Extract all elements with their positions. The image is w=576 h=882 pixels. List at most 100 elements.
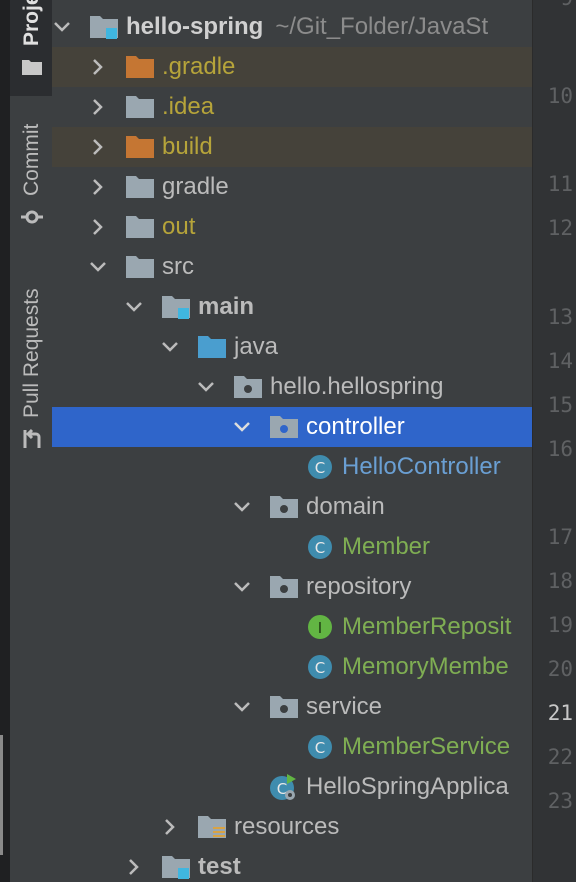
chevron-down-icon[interactable] — [88, 257, 108, 277]
tree-row-hello-hellospring[interactable]: hello.hellospring — [52, 367, 532, 407]
tree-item-label: MemberService — [342, 733, 511, 760]
tree-item-label: MemoryMembe — [342, 653, 509, 680]
chevron-down-icon[interactable] — [232, 697, 252, 717]
pull-requests-tab-label: Pull Requests — [20, 288, 43, 418]
tree-row-repository[interactable]: repository — [52, 567, 532, 607]
tree-row-root[interactable]: hello-spring ~/Git_Folder/JavaSt — [52, 7, 532, 47]
svg-text:C: C — [315, 539, 325, 557]
chevron-right-icon[interactable] — [88, 57, 108, 77]
line-number: 23 — [547, 789, 573, 813]
tree-row-memory-member-repository[interactable]: C MemoryMembe — [52, 647, 532, 687]
tree-item-label: .gradle — [162, 53, 236, 80]
chevron-down-icon[interactable] — [52, 17, 72, 37]
chevron-right-icon[interactable] — [124, 857, 144, 877]
tree-row-domain[interactable]: domain — [52, 487, 532, 527]
chevron-down-icon[interactable] — [160, 337, 180, 357]
line-number: 17 — [547, 525, 573, 549]
tree-item-label: src — [162, 253, 194, 280]
tree-row-main[interactable]: main — [52, 287, 532, 327]
source-folder-icon — [196, 333, 228, 361]
folder-excluded-icon — [124, 53, 156, 81]
chevron-down-icon[interactable] — [124, 297, 144, 317]
package-icon — [268, 573, 300, 601]
tree-row-test[interactable]: test — [52, 847, 532, 882]
tree-item-label: controller — [306, 413, 405, 440]
line-number: 18 — [547, 569, 573, 593]
module-folder-icon — [160, 293, 192, 321]
folder-excluded-icon — [124, 133, 156, 161]
pull-requests-tab[interactable]: Pull Requests — [20, 288, 44, 450]
line-number: 20 — [547, 657, 573, 681]
tree-item-label: domain — [306, 493, 385, 520]
folder-icon — [124, 173, 156, 201]
tree-row-member[interactable]: C Member — [52, 527, 532, 567]
tree-item-label: HelloSpringApplica — [306, 773, 509, 800]
tree-item-label: hello.hellospring — [270, 373, 444, 400]
tree-row-member-repository[interactable]: I MemberReposit — [52, 607, 532, 647]
line-number: 11 — [547, 172, 573, 196]
chevron-right-icon[interactable] — [88, 97, 108, 117]
commit-tab-label: Commit — [20, 123, 43, 196]
project-folder-icon — [22, 60, 42, 75]
spring-app-icon: C — [268, 773, 300, 801]
chevron-down-icon[interactable] — [232, 417, 252, 437]
line-number: 16 — [547, 437, 573, 461]
tree-item-label: repository — [306, 573, 412, 600]
line-number: 19 — [547, 613, 573, 637]
tree-row-src[interactable]: src — [52, 247, 532, 287]
tree-row-resources[interactable]: resources — [52, 807, 532, 847]
tree-item-label: test — [198, 853, 241, 880]
tree-row-out[interactable]: out — [52, 207, 532, 247]
tree-row-gradle[interactable]: gradle — [52, 167, 532, 207]
tree-item-label: build — [162, 133, 213, 160]
tool-window-strip: Proje Commit Pull Requests — [0, 0, 53, 882]
resources-folder-icon — [196, 813, 228, 841]
class-icon: C — [304, 533, 336, 561]
folder-icon — [124, 213, 156, 241]
tree-item-label: MemberReposit — [342, 613, 512, 640]
line-number: 9 — [560, 0, 573, 10]
chevron-down-icon[interactable] — [232, 497, 252, 517]
tree-row-member-service[interactable]: C MemberService — [52, 727, 532, 767]
interface-icon: I — [304, 613, 336, 641]
tree-row-service[interactable]: service — [52, 687, 532, 727]
chevron-down-icon[interactable] — [196, 377, 216, 397]
svg-text:I: I — [318, 619, 322, 637]
project-tree: hello-spring ~/Git_Folder/JavaSt .gradle… — [52, 0, 532, 882]
chevron-right-icon[interactable] — [88, 137, 108, 157]
svg-text:C: C — [315, 659, 325, 677]
commit-icon — [21, 210, 43, 224]
tree-item-label: service — [306, 693, 383, 720]
line-number: 12 — [547, 216, 573, 240]
tree-item-label: hello-spring — [126, 13, 264, 40]
tree-row-hello-spring-application[interactable]: C HelloSpringApplica — [52, 767, 532, 807]
svg-text:C: C — [315, 739, 325, 757]
tree-item-label: resources — [234, 813, 340, 840]
class-icon: C — [304, 733, 336, 761]
chevron-right-icon[interactable] — [88, 217, 108, 237]
package-icon — [268, 413, 300, 441]
tree-item-label: java — [234, 333, 279, 360]
class-icon: C — [304, 453, 336, 481]
tree-row-java[interactable]: java — [52, 327, 532, 367]
folder-icon — [124, 93, 156, 121]
class-icon: C — [304, 653, 336, 681]
chevron-right-icon[interactable] — [160, 817, 180, 837]
tree-row-hello-controller[interactable]: C HelloController — [52, 447, 532, 487]
commit-tab[interactable]: Commit — [20, 124, 44, 228]
editor-gutter: 9 10 11 12 13 14 15 16 17 18 19 20 21 22… — [532, 0, 576, 882]
tree-row-gradle-cache[interactable]: .gradle — [52, 47, 532, 87]
svg-text:C: C — [315, 459, 325, 477]
line-number: 22 — [547, 745, 573, 769]
tree-row-build[interactable]: build — [52, 127, 532, 167]
module-folder-icon — [160, 853, 192, 881]
tree-row-idea[interactable]: .idea — [52, 87, 532, 127]
module-folder-icon — [88, 13, 120, 41]
tree-item-label: .idea — [162, 93, 215, 120]
tree-row-controller[interactable]: controller — [52, 407, 532, 447]
project-tab[interactable]: Proje — [20, 0, 44, 78]
folder-icon — [124, 253, 156, 281]
line-number: 15 — [547, 393, 573, 417]
chevron-down-icon[interactable] — [232, 577, 252, 597]
chevron-right-icon[interactable] — [88, 177, 108, 197]
